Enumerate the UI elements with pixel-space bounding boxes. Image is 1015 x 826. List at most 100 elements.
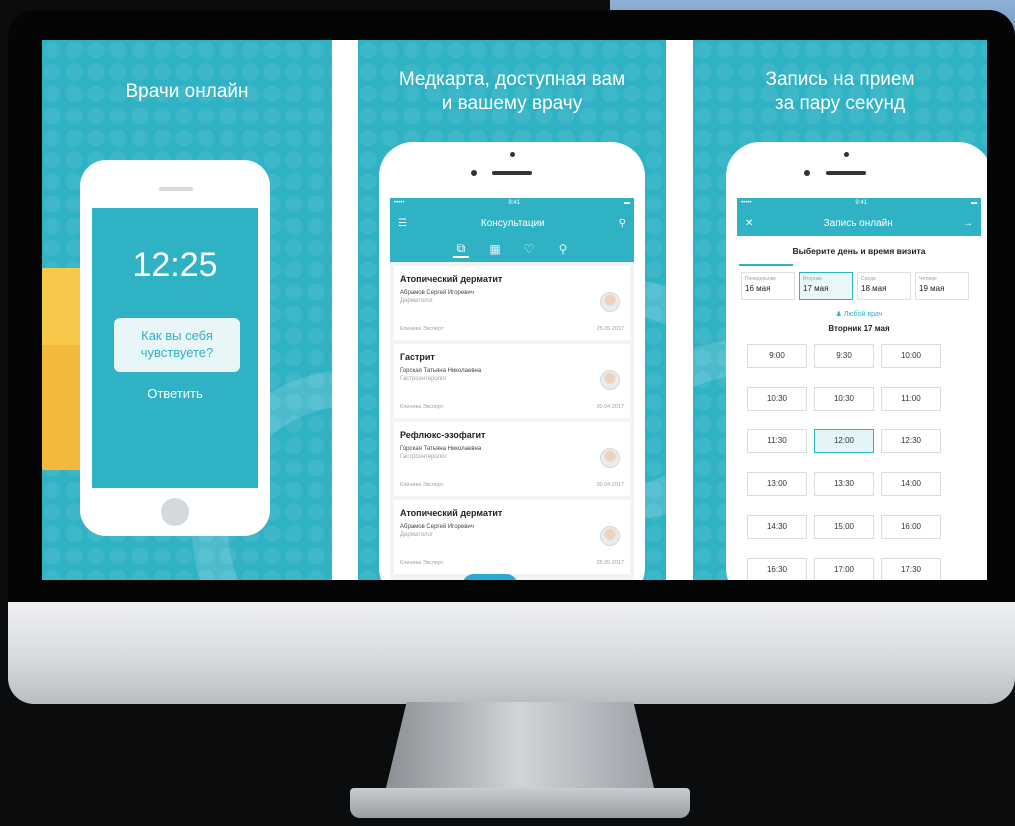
day-date: 16 мая bbox=[745, 284, 771, 293]
time-slot[interactable]: 10:30 bbox=[747, 386, 807, 411]
person-icon: ♟ bbox=[835, 311, 842, 318]
search-icon[interactable]: ⚲ bbox=[619, 218, 626, 229]
panel-title-line2: и вашему врачу bbox=[441, 93, 583, 114]
time-slot[interactable]: 16:00 bbox=[881, 514, 941, 539]
time-slot[interactable]: 9:30 bbox=[814, 344, 874, 368]
consultation-card[interactable]: Гастрит Горская Татьяна Николаевна Гастр… bbox=[394, 344, 630, 418]
card-clinic: Клиника Эксперт bbox=[400, 560, 444, 566]
day-name: Вторник bbox=[803, 276, 822, 282]
phone-speaker bbox=[492, 171, 532, 175]
time-slot[interactable]: 12:30 bbox=[881, 429, 941, 454]
day-name: Понедельник bbox=[745, 276, 776, 282]
booking-subtitle: Выберите день и время визита bbox=[737, 236, 981, 266]
microscope-icon[interactable]: ⚲ bbox=[555, 242, 571, 256]
time-slot[interactable]: 13:00 bbox=[747, 472, 807, 497]
nav-bar: ✕ Запись онлайн → bbox=[737, 210, 981, 236]
monitor-screen: Врачи онлайн 12:25 Как вы себя чувствует… bbox=[42, 40, 987, 580]
day-picker: Понедельник 16 мая Вторник 17 мая Среда … bbox=[737, 266, 981, 306]
hand-illustration-lower bbox=[42, 345, 82, 470]
card-clinic: Клиника Эксперт bbox=[400, 482, 444, 488]
avatar bbox=[600, 370, 620, 390]
close-icon[interactable]: ✕ bbox=[745, 218, 753, 229]
phone-sensor bbox=[844, 152, 849, 157]
panel-title: Врачи онлайн bbox=[125, 81, 249, 102]
clipboard-icon[interactable]: ⧉ bbox=[453, 241, 469, 258]
any-doctor-label: Любой врач bbox=[843, 311, 883, 318]
panel-title-line2: за пару секунд bbox=[774, 93, 906, 114]
time-slot-grid: 9:00 9:30 10:00 10:30 10:30 11:00 11:30 12:00 12… bbox=[737, 340, 981, 580]
time-slot[interactable]: 17:00 bbox=[814, 557, 874, 580]
day-option-selected[interactable]: Вторник 17 мая bbox=[799, 272, 853, 300]
battery-icon: ▬ bbox=[623, 200, 630, 206]
avatar bbox=[600, 448, 620, 468]
monitor-chin bbox=[8, 602, 1015, 704]
phone-lockscreen: 12:25 Как вы себя чувствуете? Ответить bbox=[92, 208, 258, 488]
signal-indicator: ••••• bbox=[394, 200, 405, 206]
card-date: 25.05.2017 bbox=[596, 560, 624, 566]
card-doctor: Горская Татьяна Николаевна bbox=[400, 368, 482, 374]
heartbeat-icon[interactable]: ♡ bbox=[521, 242, 537, 256]
status-time: 9:41 bbox=[855, 200, 868, 206]
day-name: Четверг bbox=[919, 276, 938, 282]
time-slot-selected[interactable]: 12:00 bbox=[814, 429, 874, 454]
promo-panel-appointment: Запись на прием за пару секунд ••••• 9:4… bbox=[693, 40, 987, 580]
hamburger-icon[interactable]: ☰ bbox=[398, 218, 407, 229]
tab-row: ⧉ ▦ ♡ ⚲ bbox=[390, 236, 634, 262]
consultation-card[interactable]: Атопический дерматит Абрамов Сергей Игор… bbox=[394, 266, 630, 340]
battery-icon: ▬ bbox=[970, 200, 977, 206]
time-slot[interactable]: 13:30 bbox=[814, 472, 874, 497]
time-slot[interactable]: 10:30 bbox=[814, 386, 874, 411]
home-button bbox=[161, 498, 189, 526]
day-option[interactable]: Понедельник 16 мая bbox=[741, 272, 795, 300]
card-specialty: Дерматолог bbox=[400, 298, 434, 304]
time-slot[interactable]: 16:30 bbox=[747, 557, 807, 580]
status-bar: ••••• 9:41 ▬ bbox=[737, 198, 981, 210]
nav-title: Консультации bbox=[480, 217, 545, 229]
time-slot[interactable]: 17:30 bbox=[881, 557, 941, 580]
phone-speaker bbox=[826, 171, 866, 175]
time-slot[interactable]: 10:00 bbox=[881, 344, 941, 368]
time-slot[interactable]: 14:30 bbox=[747, 514, 807, 539]
phone-sensor bbox=[510, 152, 515, 157]
card-title: Гастрит bbox=[400, 352, 435, 362]
notification-bubble[interactable]: Как вы себя чувствуете? bbox=[114, 318, 240, 372]
card-date: 25.05.2017 bbox=[596, 326, 624, 332]
phone-speaker bbox=[159, 187, 193, 191]
app-screen-consultations: ••••• 9:41 ▬ ☰ Консультации ⚲ ⧉ ▦ ♡ ⚲ Ат… bbox=[390, 198, 634, 580]
time-slot[interactable]: 15:00 bbox=[814, 514, 874, 539]
time-slot[interactable]: 9:00 bbox=[747, 344, 807, 368]
app-screen-booking: ••••• 9:41 ▬ ✕ Запись онлайн → Выберите … bbox=[737, 198, 981, 580]
consultation-card[interactable]: Рефлюкс-эзофагит Горская Татьяна Николае… bbox=[394, 422, 630, 496]
day-option[interactable]: Среда 18 мая bbox=[857, 272, 911, 300]
card-title: Атопический дерматит bbox=[400, 508, 503, 518]
monitor-stand-foot bbox=[350, 788, 690, 818]
panel-title-line1: Запись на прием bbox=[765, 69, 915, 90]
card-doctor: Абрамов Сергей Игоревич bbox=[400, 290, 474, 296]
card-date: 30.04.2017 bbox=[596, 482, 624, 488]
any-doctor-link[interactable]: ♟ Любой врач bbox=[737, 306, 981, 324]
card-title: Атопический дерматит bbox=[400, 274, 503, 284]
card-clinic: Клиника Эксперт bbox=[400, 326, 444, 332]
consultation-card[interactable]: Атопический дерматит Абрамов Сергей Игор… bbox=[394, 500, 630, 574]
day-name: Среда bbox=[861, 276, 876, 282]
time-slot[interactable]: 11:00 bbox=[881, 386, 941, 411]
calendar-icon[interactable]: ▦ bbox=[487, 242, 503, 256]
card-doctor: Горская Татьяна Николаевна bbox=[400, 446, 482, 452]
day-option[interactable]: Четверг 19 мая bbox=[915, 272, 969, 300]
reply-link[interactable]: Ответить bbox=[92, 386, 258, 401]
phone-illustration: 12:25 Как вы себя чувствуете? Ответить bbox=[80, 160, 270, 536]
card-title: Рефлюкс-эзофагит bbox=[400, 430, 486, 440]
phone-frame: ••••• 9:41 ▬ ✕ Запись онлайн → Выберите … bbox=[726, 142, 987, 580]
card-specialty: Гастроэнтеролог bbox=[400, 454, 447, 460]
avatar bbox=[600, 526, 620, 546]
nav-bar: ☰ Консультации ⚲ bbox=[390, 210, 634, 236]
day-date: 17 мая bbox=[803, 284, 829, 293]
time-slot[interactable]: 11:30 bbox=[747, 429, 807, 454]
phone-camera bbox=[804, 170, 810, 176]
desktop-mockup: Врачи онлайн 12:25 Как вы себя чувствует… bbox=[0, 0, 1015, 826]
monitor-stand-neck bbox=[385, 702, 655, 792]
phone-frame: ••••• 9:41 ▬ ☰ Консультации ⚲ ⧉ ▦ ♡ ⚲ Ат… bbox=[379, 142, 645, 580]
add-consultation-button[interactable]: + bbox=[462, 574, 518, 580]
time-slot[interactable]: 14:00 bbox=[881, 472, 941, 497]
arrow-right-icon[interactable]: → bbox=[963, 218, 973, 229]
